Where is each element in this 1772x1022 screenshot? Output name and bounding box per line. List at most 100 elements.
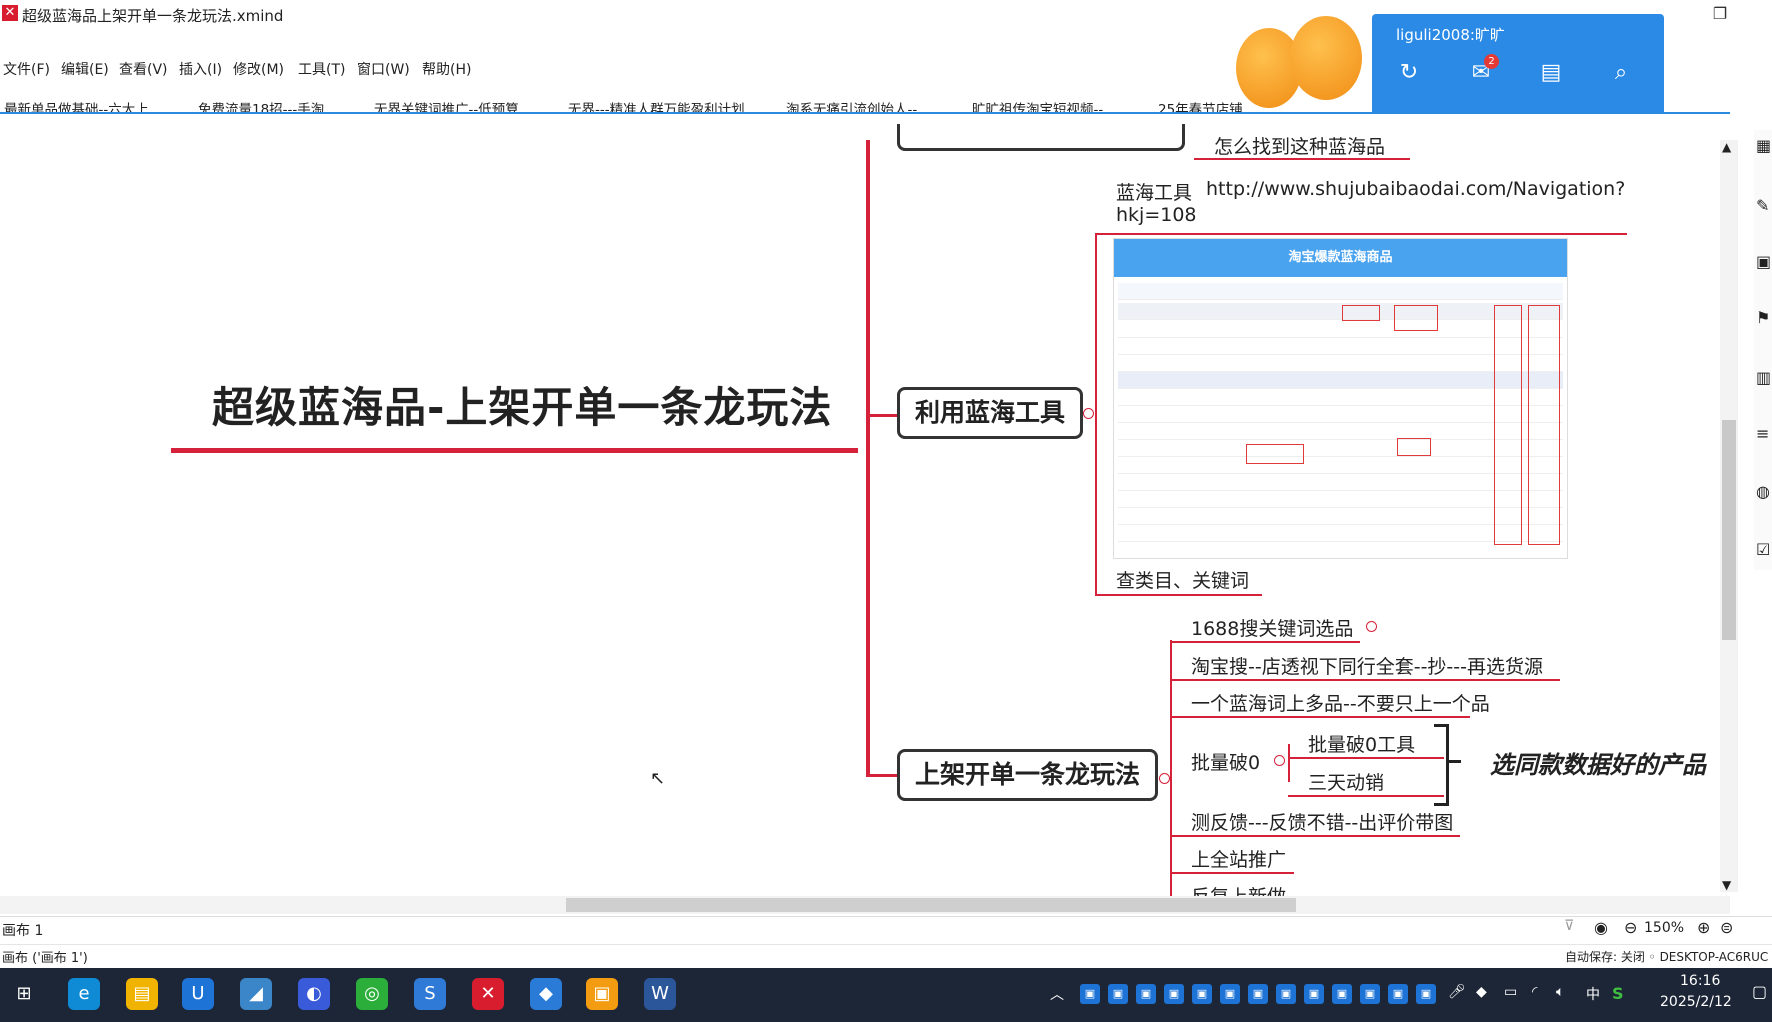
image-icon[interactable]: ▣ [1756,252,1771,271]
tray-app-icon[interactable]: ▣ [1192,984,1212,1004]
orange-app-icon[interactable]: ▣ [586,978,618,1010]
shot-header: 淘宝爆款蓝海商品 [1114,239,1567,277]
edge-icon[interactable]: e [68,978,100,1010]
tray-app-icon[interactable]: ▣ [1360,984,1380,1004]
zoom-in-icon[interactable]: ⊕ [1697,918,1710,937]
search-icon[interactable]: ⌕ [1606,60,1636,85]
wechat-icon[interactable]: ◎ [356,978,388,1010]
collapse-toggle[interactable] [1159,773,1170,784]
zoom-level[interactable]: 150% [1644,920,1684,936]
subtopic-site-promo[interactable]: 上全站推广 [1191,845,1286,872]
mic-icon[interactable]: 🎤︎ [1448,984,1466,1000]
task-icon[interactable]: ☑ [1756,540,1770,559]
history-icon[interactable]: ↻ [1394,60,1424,85]
subtopic-batch-tool[interactable]: 批量破0工具 [1308,730,1415,757]
feishu-icon[interactable]: ◐ [298,978,330,1010]
subtopic-underline [1095,233,1627,235]
horizontal-scroll-thumb[interactable] [566,898,1296,912]
filter-icon[interactable]: ⊽ [1564,918,1574,934]
scroll-up-icon[interactable]: ▲ [1722,140,1731,154]
ime-indicator[interactable]: 中 [1586,984,1600,1004]
branch-connector [1095,234,1097,594]
tray-app-icon[interactable]: ▣ [1108,984,1128,1004]
notes-app-icon[interactable]: ◢ [240,978,272,1010]
vertical-scroll-thumb[interactable] [1722,420,1736,640]
mail-badge: 2 [1484,54,1499,69]
shield-app-icon[interactable]: U [182,978,214,1010]
highlight-box [1246,444,1304,464]
notification-icon[interactable]: ▢ [1752,982,1767,1001]
word-icon[interactable]: W [644,978,676,1010]
central-topic[interactable]: 超级蓝海品-上架开单一条龙玩法 [212,374,832,435]
tray-app-icon[interactable]: ▣ [1136,984,1156,1004]
tray-app-icon[interactable]: ▣ [1248,984,1268,1004]
eye-icon[interactable]: ◉ [1594,918,1608,937]
marker-icon[interactable]: ⚑ [1756,308,1770,327]
subtopic-1688-search[interactable]: 1688搜关键词选品 [1191,614,1353,641]
tray-app-icon[interactable]: ▣ [1388,984,1408,1004]
summary-text[interactable]: 选同款数据好的产品 [1490,745,1706,780]
zoom-out-icon[interactable]: ⊖ [1624,918,1637,937]
subtopic-underline [1170,835,1460,837]
collapse-toggle[interactable] [1083,408,1094,419]
sogou-icon[interactable]: S [1612,984,1624,1003]
shot-caption[interactable]: 查类目、关键词 [1116,566,1249,593]
volume-icon[interactable]: 🔈︎ [1556,984,1564,1000]
subtopic-batch-zero[interactable]: 批量破0 [1191,748,1260,775]
fox-app-icon[interactable]: ◆ [530,978,562,1010]
tool-label: 蓝海工具 [1116,182,1193,204]
wifi-icon[interactable]: ◜ [1532,984,1537,1000]
tray-app-icon[interactable]: ▣ [1080,984,1100,1004]
tray-app-icon[interactable]: ▣ [1276,984,1296,1004]
windows-start-icon[interactable]: ⊞ [8,978,40,1010]
clock-time[interactable]: 16:16 [1680,973,1720,989]
feishu-tray-icon[interactable]: ◆ [1476,984,1487,1000]
window-title: 超级蓝海品上架开单一条龙玩法.xmind [22,7,284,25]
restore-button[interactable]: ❐ [1700,2,1740,26]
tray-app-icon[interactable]: ▣ [1416,984,1436,1004]
notes-icon[interactable]: ≡ [1756,424,1769,443]
topic-blue-ocean-tool[interactable]: 利用蓝海工具 [897,387,1084,439]
status-right: 自动保存: 关闭 ◦ DESKTOP-AC6RUC [1565,950,1769,964]
tray-app-icon[interactable]: ▣ [1332,984,1352,1004]
chart-icon[interactable]: ▥ [1756,368,1771,387]
tray-app-icon[interactable]: ▣ [1220,984,1240,1004]
outline-icon[interactable]: ▦ [1756,136,1771,155]
subtopic-underline [1170,872,1294,874]
subtopic-taobao-search[interactable]: 淘宝搜--店透视下同行全套--抄---再选货源 [1191,652,1543,679]
topic-box-partial[interactable] [897,124,1185,151]
subtopic-three-day[interactable]: 三天动销 [1308,768,1384,795]
collapse-toggle[interactable] [1366,621,1377,632]
tool-url-cont[interactable]: hkj=108 [1116,204,1197,226]
branch-connector [866,774,898,777]
sheet-tab[interactable]: 画布 1 [2,920,43,940]
subtopic-partial[interactable]: 怎么找到这种蓝海品 [1214,132,1385,159]
tool-screenshot-image[interactable]: 淘宝爆款蓝海商品 [1113,238,1568,559]
tray-app-icon[interactable]: ▣ [1304,984,1324,1004]
tool-url[interactable]: http://www.shujubaibaodai.com/Navigation… [1206,178,1625,200]
tray-app-icon[interactable]: ▣ [1164,984,1184,1004]
calendar-icon[interactable]: ▤ [1536,60,1566,85]
partial-clip: 反复上新做 [1170,876,1370,896]
browser-icon[interactable]: S [414,978,446,1010]
collapse-toggle[interactable] [1274,755,1285,766]
mascot-avatar-icon[interactable] [1290,16,1362,100]
topic-listing-workflow[interactable]: 上架开单一条龙玩法 [897,749,1159,801]
xmind-icon[interactable]: ✕ [472,978,504,1010]
tray-expand-icon[interactable]: ︿ [1050,984,1064,1004]
subtopic-repeat-listing[interactable]: 反复上新做 [1191,882,1286,896]
subtopic-underline [1170,641,1360,643]
fit-icon[interactable]: ⊜ [1720,918,1733,937]
subtopic-underline [1170,679,1560,681]
format-icon[interactable]: ✎ [1756,196,1769,215]
subtopic-feedback[interactable]: 测反馈---反馈不错--出评价带图 [1191,808,1453,835]
comment-icon[interactable]: ◍ [1756,482,1770,501]
battery-icon[interactable]: ▭ [1504,984,1517,1000]
clock-date[interactable]: 2025/2/12 [1660,994,1732,1010]
subtopic-multi-listing[interactable]: 一个蓝海词上多品--不要只上一个品 [1191,689,1490,716]
central-underline [171,448,858,453]
subtopic-underline [1170,716,1470,718]
file-explorer-icon[interactable]: ▤ [126,978,158,1010]
scroll-down-icon[interactable]: ▼ [1722,878,1731,892]
mouse-cursor-icon: ↖ [650,768,666,789]
